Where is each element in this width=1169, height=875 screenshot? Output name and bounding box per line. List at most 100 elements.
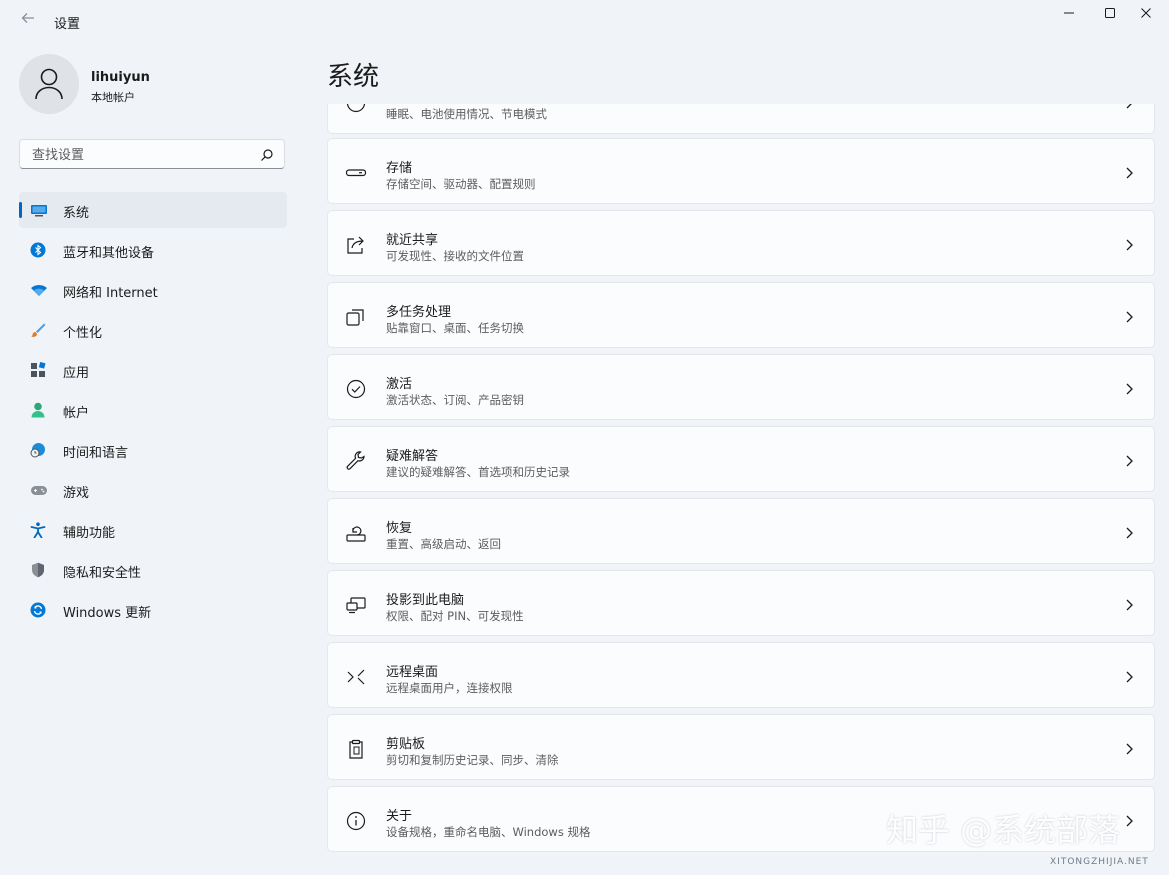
settings-row-power[interactable]: 睡眠、电池使用情况、节电模式 bbox=[327, 104, 1155, 134]
chevron-right-icon bbox=[1124, 453, 1134, 472]
settings-row-troubleshoot[interactable]: 疑难解答 建议的疑难解答、首选项和历史记录 bbox=[327, 426, 1155, 492]
sidebar-item-gaming[interactable]: 游戏 bbox=[19, 472, 287, 508]
settings-row-title: 关于 bbox=[386, 809, 413, 824]
monitor-icon bbox=[30, 202, 47, 218]
settings-row-title: 激活 bbox=[386, 377, 413, 392]
chevron-right-icon bbox=[1124, 381, 1134, 400]
settings-row-title: 就近共享 bbox=[386, 233, 439, 248]
sidebar-item-windows-update[interactable]: Windows 更新 bbox=[19, 592, 287, 628]
sidebar-item-apps[interactable]: 应用 bbox=[19, 352, 287, 388]
settings-list: 睡眠、电池使用情况、节电模式 存储 存储空间、驱动器、配置规则 就近共享 可发现… bbox=[327, 104, 1157, 875]
sidebar-item-label: 隐私和安全性 bbox=[63, 566, 142, 581]
sidebar-item-label: 帐户 bbox=[63, 406, 90, 421]
sidebar-item-accounts[interactable]: 帐户 bbox=[19, 392, 287, 428]
sidebar-item-label: 蓝牙和其他设备 bbox=[63, 246, 155, 261]
settings-row-subtitle: 贴靠窗口、桌面、任务切换 bbox=[386, 321, 524, 335]
chevron-right-icon bbox=[1124, 165, 1134, 184]
person-icon bbox=[35, 68, 63, 100]
settings-row-recovery[interactable]: 恢复 重置、高级启动、返回 bbox=[327, 498, 1155, 564]
title-bar: 设置 bbox=[0, 0, 1169, 44]
chevron-right-icon bbox=[1124, 597, 1134, 616]
settings-row-title: 恢复 bbox=[386, 521, 413, 536]
sidebar-nav: 系统 蓝牙和其他设备 网络和 Internet 个性化 应用 帐户 时间和语言 … bbox=[19, 192, 287, 632]
settings-row-subtitle: 设备规格，重命名电脑、Windows 规格 bbox=[386, 825, 591, 839]
close-icon[interactable] bbox=[1123, 4, 1169, 26]
accessibility-icon bbox=[30, 522, 46, 539]
sidebar-item-time-language[interactable]: 时间和语言 bbox=[19, 432, 287, 468]
app-title: 设置 bbox=[54, 17, 81, 32]
sidebar-item-label: 个性化 bbox=[63, 326, 103, 341]
check-circle-icon bbox=[345, 378, 367, 400]
settings-row-subtitle: 可发现性、接收的文件位置 bbox=[386, 249, 524, 263]
chevron-right-icon bbox=[1124, 104, 1134, 114]
chevron-right-icon bbox=[1124, 237, 1134, 256]
wrench-icon bbox=[345, 450, 367, 472]
remote-desktop-icon bbox=[345, 666, 367, 688]
settings-row-title: 远程桌面 bbox=[386, 665, 439, 680]
settings-row-multitasking[interactable]: 多任务处理 贴靠窗口、桌面、任务切换 bbox=[327, 282, 1155, 348]
settings-row-subtitle: 远程桌面用户，连接权限 bbox=[386, 681, 513, 695]
username: lihuiyun bbox=[91, 70, 150, 85]
clipboard-icon bbox=[345, 738, 367, 760]
brush-icon bbox=[30, 322, 46, 338]
multitask-icon bbox=[345, 306, 367, 328]
sidebar-item-label: 游戏 bbox=[63, 486, 90, 501]
sidebar-item-label: Windows 更新 bbox=[63, 606, 152, 621]
settings-row-activation[interactable]: 激活 激活状态、订阅、产品密钥 bbox=[327, 354, 1155, 420]
globe-clock-icon bbox=[30, 442, 46, 458]
account-type: 本地帐户 bbox=[91, 91, 135, 104]
settings-row-subtitle: 剪切和复制历史记录、同步、清除 bbox=[386, 753, 559, 767]
sidebar-item-privacy[interactable]: 隐私和安全性 bbox=[19, 552, 287, 588]
avatar bbox=[19, 54, 79, 114]
page-title: 系统 bbox=[327, 62, 380, 92]
settings-row-subtitle: 重置、高级启动、返回 bbox=[386, 537, 501, 551]
sidebar-item-accessibility[interactable]: 辅助功能 bbox=[19, 512, 287, 548]
settings-row-title: 多任务处理 bbox=[386, 305, 452, 320]
settings-row-remote-desktop[interactable]: 远程桌面 远程桌面用户，连接权限 bbox=[327, 642, 1155, 708]
sidebar-item-network[interactable]: 网络和 Internet bbox=[19, 272, 287, 308]
search-box[interactable] bbox=[19, 139, 285, 169]
sidebar-item-label: 网络和 Internet bbox=[63, 286, 158, 301]
share-icon bbox=[345, 234, 367, 256]
sidebar-item-bluetooth[interactable]: 蓝牙和其他设备 bbox=[19, 232, 287, 268]
settings-row-nearby-sharing[interactable]: 就近共享 可发现性、接收的文件位置 bbox=[327, 210, 1155, 276]
settings-row-title: 疑难解答 bbox=[386, 449, 439, 464]
settings-row-clipboard[interactable]: 剪贴板 剪切和复制历史记录、同步、清除 bbox=[327, 714, 1155, 780]
recovery-icon bbox=[345, 522, 367, 544]
account-icon bbox=[30, 402, 46, 418]
shield-icon bbox=[30, 562, 46, 578]
sidebar-item-system[interactable]: 系统 bbox=[19, 192, 287, 228]
update-icon bbox=[30, 602, 46, 618]
wifi-icon bbox=[30, 282, 47, 298]
bluetooth-icon bbox=[30, 242, 46, 258]
sidebar-item-label: 时间和语言 bbox=[63, 446, 129, 461]
storage-icon bbox=[345, 162, 367, 184]
search-input[interactable] bbox=[30, 145, 254, 165]
project-icon bbox=[345, 594, 367, 616]
settings-row-subtitle: 激活状态、订阅、产品密钥 bbox=[386, 393, 524, 407]
chevron-right-icon bbox=[1124, 309, 1134, 328]
search-icon[interactable] bbox=[260, 147, 274, 166]
back-arrow-icon[interactable] bbox=[18, 10, 38, 30]
power-icon bbox=[345, 104, 367, 114]
settings-row-subtitle: 建议的疑难解答、首选项和历史记录 bbox=[386, 465, 570, 479]
sidebar-item-label: 应用 bbox=[63, 366, 90, 381]
gamepad-icon bbox=[30, 482, 47, 498]
settings-row-storage[interactable]: 存储 存储空间、驱动器、配置规则 bbox=[327, 138, 1155, 204]
settings-row-subtitle: 存储空间、驱动器、配置规则 bbox=[386, 177, 536, 191]
minimize-icon[interactable] bbox=[1046, 4, 1092, 26]
user-profile[interactable]: lihuiyun 本地帐户 bbox=[19, 54, 289, 118]
watermark-site: XITONGZHIJIA.NET bbox=[1050, 857, 1149, 867]
sidebar-item-personalization[interactable]: 个性化 bbox=[19, 312, 287, 348]
chevron-right-icon bbox=[1124, 741, 1134, 760]
settings-row-title: 投影到此电脑 bbox=[386, 593, 465, 608]
sidebar-item-label: 辅助功能 bbox=[63, 526, 116, 541]
watermark-text: 知乎 @系统部落 bbox=[886, 811, 1121, 849]
settings-row-title: 存储 bbox=[386, 161, 413, 176]
chevron-right-icon bbox=[1124, 813, 1134, 832]
settings-row-subtitle: 睡眠、电池使用情况、节电模式 bbox=[386, 107, 547, 121]
chevron-right-icon bbox=[1124, 525, 1134, 544]
sidebar-item-label: 系统 bbox=[63, 206, 90, 221]
chevron-right-icon bbox=[1124, 669, 1134, 688]
settings-row-project-to-pc[interactable]: 投影到此电脑 权限、配对 PIN、可发现性 bbox=[327, 570, 1155, 636]
